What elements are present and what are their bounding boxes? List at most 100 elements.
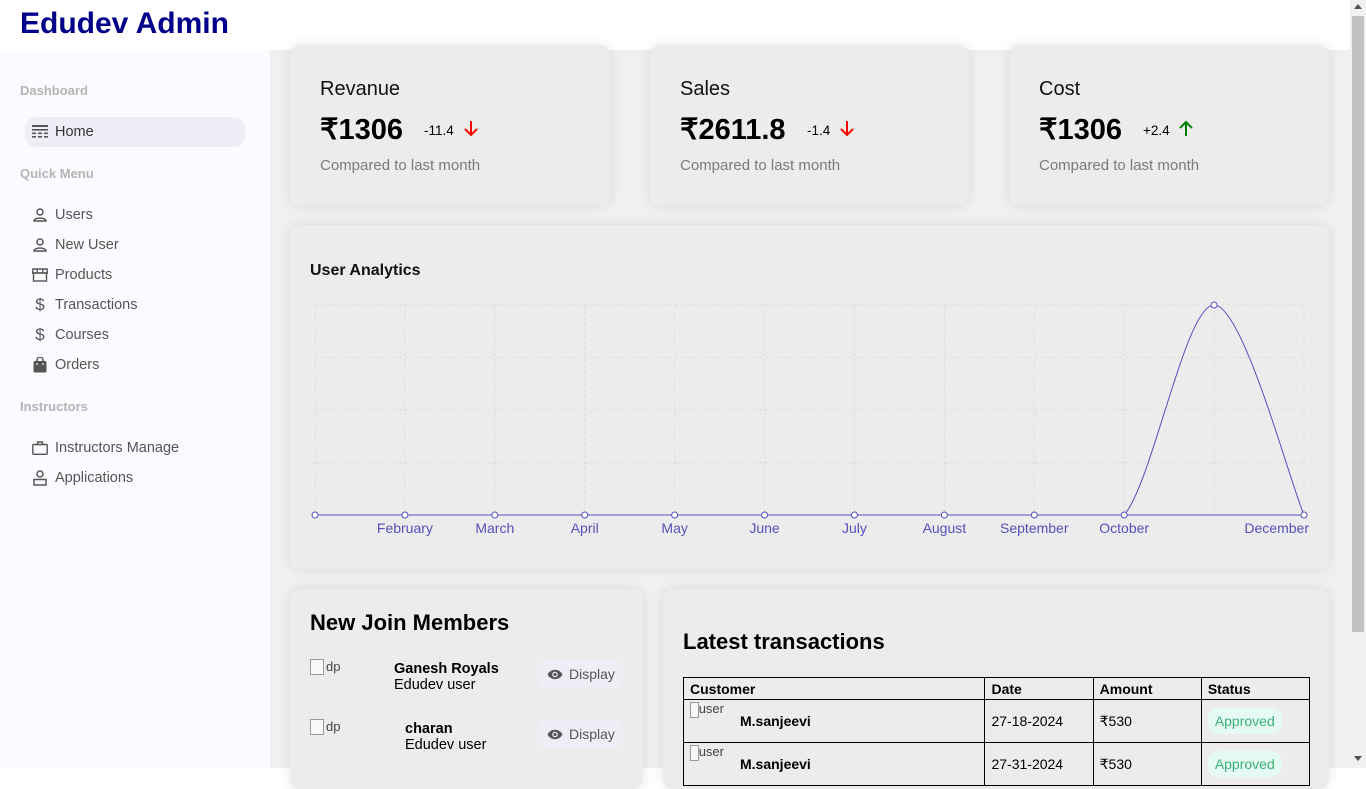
data-point	[401, 511, 409, 519]
status-cell: Approved	[1200, 742, 1311, 786]
member-name: Ganesh Royals	[394, 661, 499, 677]
x-tick-label: September	[1000, 520, 1069, 536]
featured-card-cost: Cost ₹1306 +2.4 Compared to last month	[1009, 45, 1329, 205]
sidebar-item-label: Courses	[55, 327, 109, 343]
column-header-status: Status	[1200, 677, 1311, 700]
arrow-down-icon	[839, 120, 855, 142]
sidebar-item-instructors-manage[interactable]: Instructors Manage	[25, 433, 245, 463]
featured-rate: -11.4	[424, 123, 454, 138]
data-point	[1120, 511, 1128, 519]
sidebar-item-orders[interactable]: Orders	[25, 350, 245, 380]
featured-money: ₹1306	[320, 114, 403, 146]
display-button[interactable]: Display	[537, 659, 623, 689]
data-point	[940, 511, 948, 519]
app-logo[interactable]: Edudev Admin	[20, 7, 229, 41]
customer-name: M.sanjeevi	[740, 756, 811, 772]
briefcase-icon	[32, 440, 48, 456]
user-analytics-card: User Analytics February March April May June…	[290, 225, 1329, 569]
sidebar-item-users[interactable]: Users	[25, 200, 245, 230]
data-point	[1210, 301, 1218, 309]
customer-cell: user M.sanjeevi	[682, 742, 986, 786]
display-label: Display	[569, 666, 615, 682]
sidebar-item-label: Instructors Manage	[55, 440, 180, 456]
sidebar-item-new-user[interactable]: New User	[25, 230, 245, 260]
data-point	[850, 511, 858, 519]
status-badge[interactable]: Approved	[1207, 708, 1282, 734]
arrow-up-icon	[1178, 120, 1194, 142]
user-analytics-chart: February March April May June July August Septe…	[311, 301, 1309, 536]
main-content: Revanue ₹1306 -11.4 Compared to last mon…	[270, 45, 1350, 789]
sidebar-item-label: Applications	[55, 470, 134, 486]
x-tick-label: July	[842, 520, 867, 536]
column-header-amount: Amount	[1092, 677, 1202, 700]
featured-money: ₹1306	[1039, 114, 1122, 146]
sidebar-item-label: Home	[55, 124, 94, 140]
customer-avatar: user	[690, 702, 724, 740]
scroll-up-arrow-icon[interactable]	[1354, 4, 1362, 9]
x-tick-label: October	[1099, 520, 1149, 536]
scroll-down-arrow-icon[interactable]	[1354, 756, 1362, 761]
x-tick-label: February	[377, 520, 433, 536]
table-row: user M.sanjeevi 27-31-2024 ₹530 Approved	[682, 742, 1311, 786]
sidebar-item-transactions[interactable]: $ Transactions	[25, 290, 245, 320]
shopping-bag-icon	[32, 357, 48, 373]
featured-rate: +2.4	[1143, 123, 1170, 138]
data-point	[1030, 511, 1038, 519]
featured-subtitle: Compared to last month	[320, 157, 481, 174]
column-header-customer: Customer	[682, 677, 986, 700]
data-point	[761, 511, 769, 519]
amount-cell: ₹530	[1092, 742, 1202, 786]
sidebar-item-products[interactable]: Products	[25, 260, 245, 290]
page-scrollbar[interactable]	[1350, 0, 1366, 768]
data-point	[491, 511, 499, 519]
sidebar-item-home[interactable]: Home	[25, 117, 245, 147]
x-tick-label: March	[475, 520, 514, 536]
status-badge[interactable]: Approved	[1207, 751, 1282, 777]
sidebar-item-applications[interactable]: Applications	[25, 463, 245, 493]
customer-name: M.sanjeevi	[740, 713, 811, 729]
featured-title: Revanue	[320, 78, 401, 100]
eye-icon	[547, 729, 563, 740]
amount-cell: ₹530	[1092, 699, 1202, 743]
latest-transactions-widget: Latest transactions Customer Date Amount…	[663, 589, 1329, 789]
featured-rate: -1.4	[807, 123, 831, 138]
member-avatar: dp	[310, 659, 340, 675]
members-title: New Join Members	[310, 610, 510, 635]
sidebar-item-label: Transactions	[55, 297, 138, 313]
person-icon	[32, 237, 48, 253]
featured-money: ₹2611.8	[680, 114, 786, 146]
sidebar-item-label: Users	[55, 207, 93, 223]
display-label: Display	[569, 726, 615, 742]
column-header-date: Date	[984, 677, 1094, 700]
sidebar-item-label: Orders	[55, 357, 100, 373]
arrow-down-icon	[463, 120, 479, 142]
x-tick-label: June	[749, 520, 780, 536]
featured-subtitle: Compared to last month	[680, 157, 841, 174]
table-header-row: Customer Date Amount Status	[682, 677, 1311, 700]
member-avatar: dp	[310, 719, 340, 735]
topbar: Edudev Admin	[0, 0, 1350, 50]
sidebar-item-label: New User	[55, 237, 119, 253]
table-row: user M.sanjeevi 27-18-2024 ₹530 Approved	[682, 699, 1311, 743]
featured-title: Sales	[680, 78, 731, 100]
x-tick-label: August	[923, 520, 967, 536]
date-cell: 27-31-2024	[984, 742, 1094, 786]
sidebar: Dashboard Home Quick Menu Users New User…	[0, 50, 270, 768]
member-title: Edudev user	[394, 677, 476, 693]
scroll-thumb[interactable]	[1352, 16, 1364, 632]
person-icon	[32, 207, 48, 223]
data-point	[1300, 511, 1308, 519]
x-tick-label: May	[661, 520, 687, 536]
sidebar-heading-quick-menu: Quick Menu	[20, 166, 94, 181]
data-point	[581, 511, 589, 519]
timeline-icon	[32, 124, 48, 140]
member-item: dp Ganesh Royals Edudev user Display	[310, 659, 630, 699]
data-point	[311, 511, 319, 519]
new-members-widget: New Join Members dp Ganesh Royals Edudev…	[290, 589, 643, 789]
display-button[interactable]: Display	[537, 719, 623, 749]
storefront-icon	[32, 267, 48, 283]
sidebar-heading-instructors: Instructors	[20, 399, 88, 414]
data-point	[671, 511, 679, 519]
member-item: dp charan Edudev user Display	[310, 719, 630, 759]
sidebar-item-courses[interactable]: $ Courses	[25, 320, 245, 350]
